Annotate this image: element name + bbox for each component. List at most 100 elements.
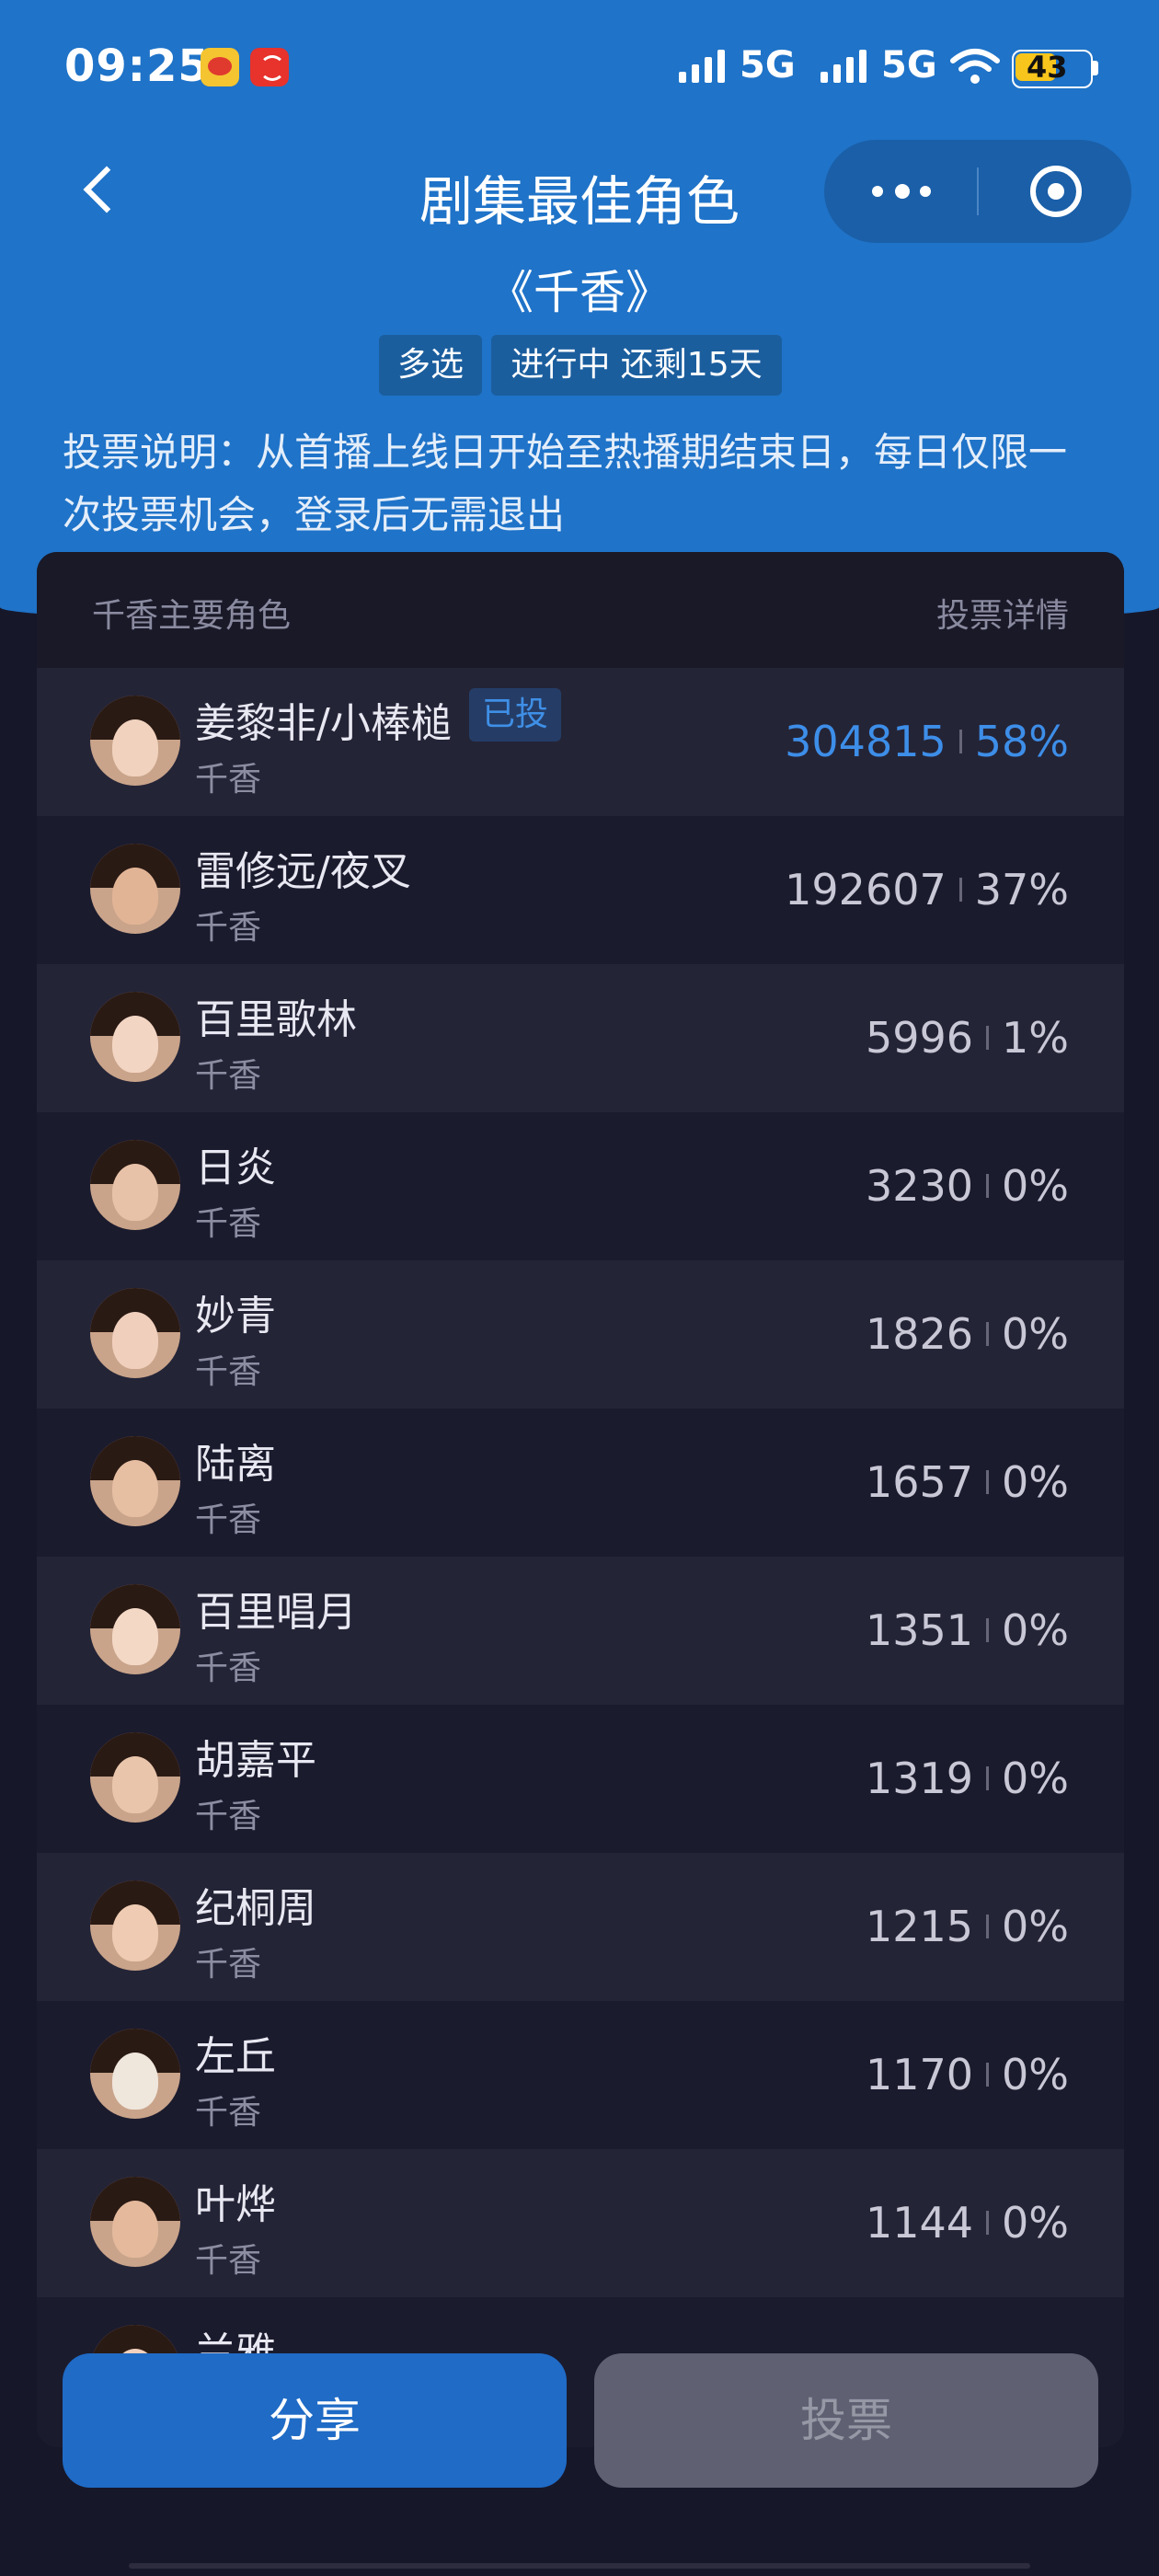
avatar bbox=[90, 2029, 180, 2119]
vote-stat: 1826 0% bbox=[866, 1306, 1069, 1362]
drama-title: 《千香》 bbox=[488, 266, 671, 319]
candidate-row[interactable]: 妙青千香 1826 0% bbox=[37, 1260, 1124, 1409]
vote-stat: 192607 37% bbox=[785, 862, 1069, 917]
candidate-name: 纪桐周 bbox=[195, 1885, 316, 1932]
candidate-row[interactable]: 左丘 千香 1170 0% bbox=[37, 2001, 1124, 2149]
signal-bars-icon bbox=[820, 48, 876, 83]
vote-percent: 37% bbox=[974, 865, 1069, 914]
candidate-drama: 千香 bbox=[195, 909, 262, 947]
vote-percent: 58% bbox=[974, 717, 1069, 766]
vote-percent: 0% bbox=[1002, 1605, 1069, 1655]
candidate-drama: 千香 bbox=[195, 1798, 262, 1835]
mini-program-capsule bbox=[824, 140, 1131, 243]
signal-bars-icon bbox=[679, 48, 734, 83]
stat-divider bbox=[986, 1025, 990, 1050]
vote-percent: 0% bbox=[1002, 1457, 1069, 1507]
mobile-app-icon bbox=[250, 48, 289, 86]
vote-count: 1826 bbox=[865, 1309, 974, 1359]
candidate-name: 雷修远/夜叉 bbox=[195, 848, 411, 895]
vote-stat: 1144 0% bbox=[866, 2195, 1069, 2250]
signal-label-2: 5G bbox=[881, 44, 937, 86]
candidate-name: 妙青 bbox=[195, 1293, 276, 1340]
back-icon[interactable] bbox=[74, 166, 129, 221]
avatar bbox=[90, 1140, 180, 1230]
avatar bbox=[90, 1436, 180, 1526]
candidate-drama: 千香 bbox=[195, 1205, 262, 1243]
list-header: 千香主要角色 投票详情 bbox=[37, 552, 1124, 668]
stat-divider bbox=[986, 1765, 990, 1790]
candidate-row[interactable]: 胡嘉平 千香 1319 0% bbox=[37, 1705, 1124, 1853]
stat-divider bbox=[986, 1617, 990, 1642]
candidate-name: 百里歌林 bbox=[195, 996, 357, 1043]
stat-divider bbox=[986, 2210, 990, 2235]
list-header-left: 千香主要角色 bbox=[92, 597, 292, 635]
candidate-row[interactable]: 姜黎非/小棒槌千香 304815 58% 已投 bbox=[37, 668, 1124, 816]
candidate-drama: 千香 bbox=[195, 1650, 262, 1687]
candidate-row[interactable]: 百里歌林 千香 5996 1% bbox=[37, 964, 1124, 1112]
vote-count: 1351 bbox=[865, 1605, 974, 1655]
vote-count: 5996 bbox=[865, 1013, 974, 1063]
vote-description: 投票说明：从首播上线日开始至热播期结束日，每日仅限一次投票机会，登录后无需退出 bbox=[63, 430, 1068, 537]
vote-button[interactable]: 投票 bbox=[594, 2353, 1098, 2488]
vote-list-card: 千香主要角色 投票详情 姜黎非/小棒槌 千香 304815 58% 已投 雷修远/夜叉 千香… bbox=[37, 552, 1124, 2447]
home-indicator bbox=[129, 2563, 1030, 2569]
candidate-drama: 千香 bbox=[195, 2094, 262, 2132]
vote-percent: 1% bbox=[1002, 1013, 1069, 1063]
vote-stat: 1351 0% bbox=[866, 1603, 1069, 1658]
candidate-row[interactable]: 叶烨千香 1144 0% bbox=[37, 2149, 1124, 2297]
stat-divider bbox=[986, 2062, 990, 2087]
vote-stat: 304815 58% bbox=[785, 714, 1069, 769]
multi-select-tag: 多选 bbox=[379, 335, 482, 396]
candidate-drama: 千香 bbox=[195, 1353, 262, 1391]
signal-label-1: 5G bbox=[740, 44, 796, 86]
status-time: 09:25 bbox=[64, 40, 210, 92]
wifi-icon bbox=[950, 49, 1000, 84]
vote-percent: 0% bbox=[1002, 1161, 1069, 1211]
candidate-drama: 千香 bbox=[195, 1501, 262, 1539]
close-target-icon[interactable] bbox=[1030, 166, 1082, 217]
avatar bbox=[90, 1584, 180, 1674]
stat-divider bbox=[986, 1173, 990, 1198]
candidate-list: 姜黎非/小棒槌 千香 304815 58% 已投 雷修远/夜叉 千香 192607 37% 百里歌… bbox=[37, 668, 1124, 2445]
capsule-divider bbox=[977, 167, 979, 215]
candidate-name: 左丘 bbox=[195, 2033, 276, 2080]
candidate-name: 胡嘉平 bbox=[195, 1737, 316, 1784]
vote-stat: 1215 0% bbox=[866, 1899, 1069, 1954]
stat-divider bbox=[958, 729, 962, 753]
candidate-row[interactable]: 雷修远/夜叉千香 192607 37% bbox=[37, 816, 1124, 964]
more-icon[interactable] bbox=[824, 140, 977, 243]
avatar bbox=[90, 1732, 180, 1823]
candidate-row[interactable]: 百里唱月千香 1351 0% bbox=[37, 1557, 1124, 1705]
avatar bbox=[90, 992, 180, 1082]
candidate-name: 陆离 bbox=[195, 1441, 276, 1488]
candidate-name: 叶烨 bbox=[195, 2181, 276, 2228]
list-header-right[interactable]: 投票详情 bbox=[936, 589, 1069, 637]
vote-count: 1657 bbox=[865, 1457, 974, 1507]
vote-count: 192607 bbox=[785, 865, 947, 914]
battery-icon: 43 bbox=[1012, 50, 1093, 88]
page-title: 剧集最佳角色 bbox=[419, 170, 740, 233]
candidate-row[interactable]: 陆离千香 1657 0% bbox=[37, 1409, 1124, 1557]
vote-count: 1144 bbox=[865, 2198, 974, 2248]
vote-count: 1215 bbox=[865, 1902, 974, 1951]
vote-count: 3230 bbox=[865, 1161, 974, 1211]
avatar bbox=[90, 844, 180, 934]
vote-percent: 0% bbox=[1002, 1902, 1069, 1951]
vote-stat: 5996 1% bbox=[866, 1010, 1069, 1065]
share-button[interactable]: 分享 bbox=[63, 2353, 567, 2488]
candidate-name: 百里唱月 bbox=[195, 1589, 357, 1636]
vote-percent: 0% bbox=[1002, 2050, 1069, 2099]
candidate-drama: 千香 bbox=[195, 2242, 262, 2280]
stat-divider bbox=[986, 1469, 990, 1494]
weibo-icon bbox=[201, 48, 239, 86]
status-tag: 进行中 还剩15天 bbox=[491, 335, 782, 396]
candidate-row[interactable]: 日炎千香 3230 0% bbox=[37, 1112, 1124, 1260]
stat-divider bbox=[958, 877, 962, 902]
vote-percent: 0% bbox=[1002, 1309, 1069, 1359]
candidate-name: 日炎 bbox=[195, 1144, 276, 1191]
candidate-row[interactable]: 纪桐周 千香 1215 0% bbox=[37, 1853, 1124, 2001]
battery-cap bbox=[1093, 61, 1098, 75]
voted-badge: 已投 bbox=[469, 688, 562, 742]
candidate-name: 姜黎非/小棒槌 bbox=[195, 700, 452, 747]
candidate-drama: 千香 bbox=[195, 761, 262, 799]
